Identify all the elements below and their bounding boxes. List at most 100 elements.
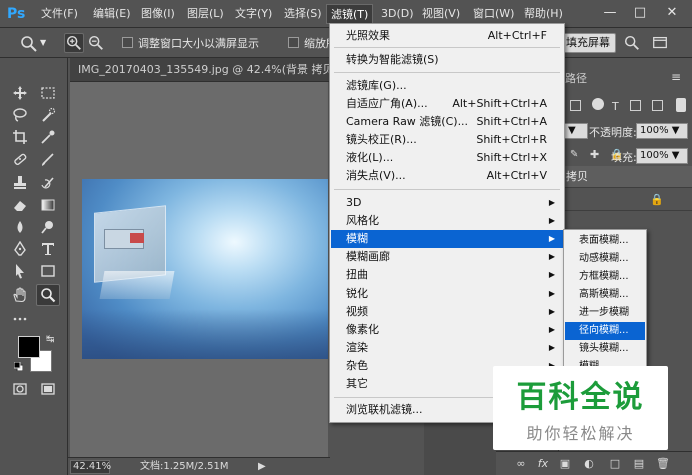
menu-item-pixelate[interactable]: 像素化 ▶ [331,321,563,339]
menu-item-stylize[interactable]: 风格化 ▶ [331,212,563,230]
menu-item-blur[interactable]: 模糊 ▶ [331,230,563,248]
blur-tool-icon[interactable] [8,216,32,238]
quick-mask-icon[interactable] [8,378,32,400]
default-colors-icon[interactable] [13,361,24,372]
pen-tool-icon[interactable] [8,238,32,260]
adjustment-layer-icon[interactable]: ◐ [582,457,596,471]
eraser-tool-icon[interactable] [8,194,32,216]
filter-toggle-icon[interactable] [676,98,686,112]
history-brush-tool-icon[interactable] [36,172,60,194]
filter-smart-object-icon[interactable] [652,100,663,111]
zoom-in-icon[interactable] [64,33,84,53]
submenu-item-lens-blur[interactable]: 镜头模糊... [565,340,645,358]
link-layers-icon[interactable]: ∞ [514,457,528,471]
healing-brush-tool-icon[interactable] [8,148,32,170]
menu-view[interactable]: 视图(V) [418,4,464,24]
fill-screen-button[interactable]: 填充屏幕 [560,33,616,53]
clone-stamp-tool-icon[interactable] [8,172,32,194]
lock-position-icon[interactable]: ✚ [590,148,599,161]
menu-item-distort[interactable]: 扭曲 ▶ [331,266,563,284]
menu-file[interactable]: 文件(F) [37,4,82,24]
paths-tab[interactable]: 路径 [565,70,587,88]
menu-item-liquify[interactable]: 液化(L)... Shift+Ctrl+X [331,149,563,167]
menu-item-filter-gallery[interactable]: 滤镜库(G)... [331,77,563,95]
minimize-icon[interactable]: — [600,3,620,23]
menu-window[interactable]: 窗口(W) [469,4,518,24]
document-tab[interactable]: IMG_20170403_135549.jpg @ 42.4%(背景 拷贝, R… [70,58,330,82]
lock-pixels-icon[interactable]: ✎ [570,149,578,160]
menu-filter[interactable]: 滤镜(T) [326,4,374,24]
fill-field[interactable]: 100% ▼ [636,148,688,164]
new-layer-icon[interactable]: ▤ [632,457,646,471]
menu-item-lens-correction[interactable]: 镜头校正(R)... Shift+Ctrl+R [331,131,563,149]
delete-layer-icon[interactable]: 🗑 [656,457,670,471]
zoom-out-icon[interactable] [86,33,106,53]
edit-toolbar-icon[interactable] [8,308,32,330]
swap-colors-icon[interactable]: ↹ [46,334,54,345]
new-group-icon[interactable]: □ [608,457,622,471]
panel-menu-icon[interactable]: ≡ [671,70,681,84]
status-menu-arrow-icon[interactable]: ▶ [258,460,266,474]
gradient-tool-icon[interactable] [36,194,60,216]
menu-item-adaptive-wide-angle[interactable]: 自适应广角(A)... Alt+Shift+Ctrl+A [331,95,563,113]
rectangle-tool-icon[interactable] [36,260,60,282]
menu-item-lighting-effects[interactable]: 光照效果 Alt+Ctrl+F [331,27,563,45]
submenu-item-blur-more[interactable]: 进一步模糊 [565,304,645,322]
submenu-item-gaussian-blur[interactable]: 高斯模糊... [565,286,645,304]
menu-layer[interactable]: 图层(L) [183,4,228,24]
submenu-item-surface-blur[interactable]: 表面模糊... [565,232,645,250]
brush-tool-icon[interactable] [36,148,60,170]
menu-item-video[interactable]: 视频 ▶ [331,303,563,321]
menu-item-blur-gallery[interactable]: 模糊画廊 ▶ [331,248,563,266]
zoom-tool-icon[interactable] [36,284,60,306]
filter-pixel-icon[interactable] [592,98,604,110]
menu-select[interactable]: 选择(S) [280,4,326,24]
path-selection-tool-icon[interactable] [8,260,32,282]
submenu-item-motion-blur[interactable]: 动感模糊... [565,250,645,268]
workspace-icon[interactable] [650,33,670,53]
zoom-tool-preset-icon[interactable] [18,33,38,53]
submenu-item-radial-blur[interactable]: 径向模糊... [565,322,645,340]
menu-3d[interactable]: 3D(D) [377,4,418,24]
document-size-info[interactable]: 文档:1.25M/2.51M [140,460,229,474]
layer-row[interactable]: 拷贝 [560,166,692,188]
resize-windows-checkbox[interactable] [122,37,133,48]
lasso-tool-icon[interactable] [8,104,32,126]
close-icon[interactable]: ✕ [662,3,682,23]
submenu-item-box-blur[interactable]: 方框模糊... [565,268,645,286]
move-tool-icon[interactable] [8,82,32,104]
blend-mode-dropdown[interactable]: ▼ [564,123,588,139]
add-mask-icon[interactable]: ▣ [558,457,572,471]
type-tool-icon[interactable] [36,238,60,260]
eyedropper-tool-icon[interactable] [36,126,60,148]
crop-tool-icon[interactable] [8,126,32,148]
menu-edit[interactable]: 编辑(E) [89,4,135,24]
menu-item-3d[interactable]: 3D ▶ [331,194,563,212]
zoom-level-field[interactable]: 42.41% [70,460,111,474]
menu-item-sharpen[interactable]: 锐化 ▶ [331,285,563,303]
menu-item-vanishing-point[interactable]: 消失点(V)... Alt+Ctrl+V [331,167,563,185]
hand-tool-icon[interactable] [8,284,32,306]
preset-dropdown-arrow-icon[interactable]: ▼ [40,38,46,47]
menu-image[interactable]: 图像(I) [137,4,179,24]
watermark: 百科全说 助你轻松解决 [493,366,668,450]
foreground-color-swatch[interactable] [18,336,40,358]
menu-item-convert-smart-filters[interactable]: 转换为智能滤镜(S) [331,51,563,69]
fx-icon[interactable]: fx [536,457,550,471]
search-icon[interactable] [622,33,642,53]
filter-type-icon[interactable]: T [612,100,619,113]
menu-item-render[interactable]: 渲染 ▶ [331,339,563,357]
opacity-field[interactable]: 100% ▼ [636,123,688,139]
marquee-tool-icon[interactable] [36,82,60,104]
zoom-all-checkbox[interactable] [288,37,299,48]
menu-type[interactable]: 文字(Y) [231,4,276,24]
layer-kind-icon[interactable] [570,100,581,111]
dodge-tool-icon[interactable] [36,216,60,238]
maximize-icon[interactable]: □ [630,3,650,23]
quick-select-tool-icon[interactable] [36,104,60,126]
filter-shape-icon[interactable] [630,100,641,111]
menu-item-camera-raw[interactable]: Camera Raw 滤镜(C)... Shift+Ctrl+A [331,113,563,131]
screen-mode-icon[interactable] [36,378,60,400]
layer-row[interactable]: 🔒 [560,189,692,211]
menu-help[interactable]: 帮助(H) [520,4,567,24]
